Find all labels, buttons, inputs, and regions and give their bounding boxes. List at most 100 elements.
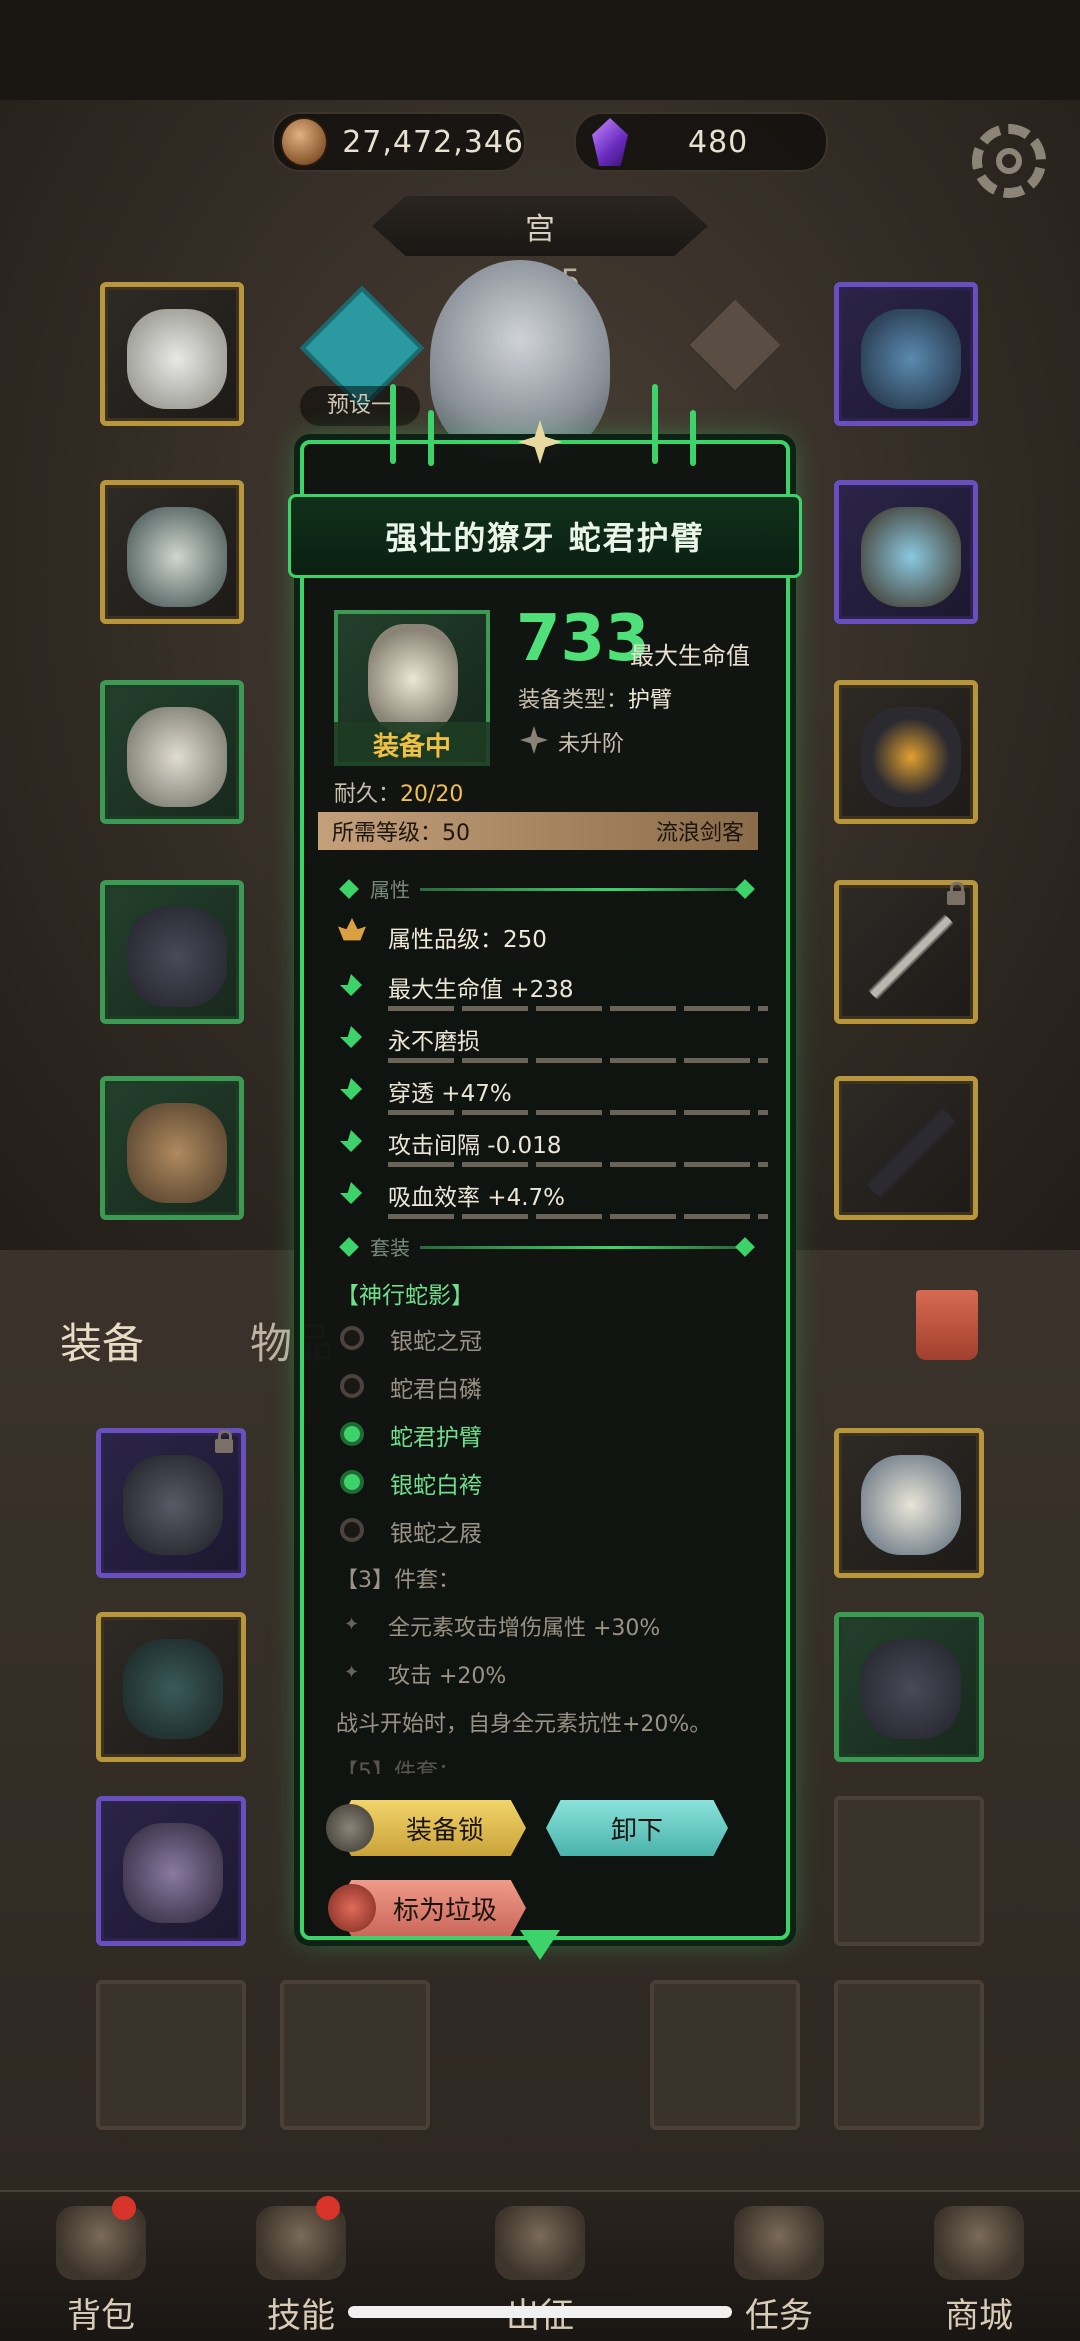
notification-dot — [112, 2196, 136, 2220]
quests-icon — [734, 2206, 824, 2280]
durability-value: 20/20 — [400, 782, 464, 807]
attribute-text: 最大生命值 +238 — [388, 977, 574, 1003]
equipment-type: 装备类型：护臂 — [518, 682, 672, 714]
set-bonus: 攻击 +20% — [388, 1664, 507, 1689]
inventory-slot[interactable] — [96, 1612, 246, 1762]
attribute-arrow-icon — [340, 974, 362, 996]
set-bonus-header: 【3】件套： — [336, 1568, 460, 1593]
nav-backpack[interactable]: 背包 — [26, 2200, 176, 2336]
flower-ring-icon — [861, 1455, 961, 1555]
tab-equipment[interactable]: 装备 — [60, 1310, 144, 1371]
attribute-bar — [388, 1214, 768, 1219]
pants-item-icon — [861, 1639, 961, 1739]
region-banner: 宫 — [372, 196, 708, 256]
attribute-arrow-icon — [340, 1130, 362, 1152]
equipment-type-prefix: 装备类型： — [518, 688, 629, 713]
slot-ring[interactable] — [834, 480, 978, 624]
set-next-header: 【5】件套： — [336, 1760, 460, 1774]
settings-gear-icon[interactable] — [972, 124, 1046, 198]
boots-item-icon — [123, 1639, 223, 1739]
frame-spike — [652, 384, 658, 464]
winged-helmet-icon — [127, 309, 227, 409]
attribute-arrow-icon — [340, 1026, 362, 1048]
set-bonus-description: 战斗开始时，自身全元素抗性+20%。 — [336, 1712, 712, 1737]
attribute-text: 攻击间隔 -0.018 — [388, 1133, 562, 1159]
set-piece-name: 银蛇白袴 — [390, 1473, 482, 1499]
bracelet-item-icon — [123, 1823, 223, 1923]
junk-tag-icon — [328, 1884, 376, 1932]
preset-label[interactable]: 预设一 — [300, 386, 420, 426]
slot-helmet[interactable] — [100, 282, 244, 426]
pants-icon — [127, 907, 227, 1007]
gold-amount: 27,472,346 — [342, 124, 524, 160]
nav-backpack-label: 背包 — [67, 2296, 135, 2336]
slot-offhand[interactable] — [834, 1076, 978, 1220]
item-title: 强壮的獠牙 蛇君护臂 — [385, 519, 705, 557]
gem-counter: 480 — [574, 112, 828, 172]
attribute-bar — [388, 1162, 768, 1167]
attribute-bar — [388, 1006, 768, 1011]
attribute-row: 最大生命值 +238 — [340, 968, 768, 1020]
slot-boots[interactable] — [100, 1076, 244, 1220]
equipment-lock-label: 装备锁 — [405, 1815, 484, 1846]
backpack-icon — [56, 2206, 146, 2280]
durability-prefix: 耐久： — [334, 782, 401, 807]
attribute-grade: 属性品级：250 — [388, 927, 547, 953]
section-divider — [420, 1246, 740, 1249]
upgrade-status: 未升阶 — [558, 732, 625, 757]
inventory-slot[interactable] — [834, 1612, 984, 1762]
inventory-slot[interactable] — [280, 1980, 430, 2130]
bullet-star-icon: ✦ — [344, 1614, 360, 1635]
dagger-icon — [861, 1103, 961, 1203]
frame-spike — [690, 410, 696, 466]
mark-junk-label: 标为垃圾 — [392, 1895, 497, 1926]
nav-shop[interactable]: 商城 — [904, 2200, 1054, 2336]
slot-necklace[interactable] — [834, 282, 978, 426]
slot-armor[interactable] — [100, 480, 244, 624]
inventory-slot[interactable] — [96, 1980, 246, 2130]
unequip-button[interactable]: 卸下 — [546, 1800, 728, 1856]
attribute-row: 穿透 +47% — [340, 1072, 768, 1124]
class-name: 流浪剑客 — [655, 821, 744, 846]
attribute-text: 吸血效率 +4.7% — [388, 1185, 566, 1211]
bracer-icon — [127, 707, 227, 807]
trash-icon[interactable] — [916, 1290, 978, 1360]
attribute-arrow-icon — [340, 1078, 362, 1100]
slot-orb[interactable] — [834, 680, 978, 824]
slot-pants[interactable] — [100, 880, 244, 1024]
durability: 耐久：20/20 — [334, 776, 463, 808]
set-title: 套装 — [370, 1236, 410, 1260]
inventory-slot[interactable] — [96, 1796, 246, 1946]
shop-icon — [934, 2206, 1024, 2280]
set-piece-name: 蛇君白磷 — [390, 1377, 482, 1403]
set-piece-indicator-owned — [340, 1422, 364, 1446]
inventory-slot[interactable] — [96, 1428, 246, 1578]
slot-weapon[interactable] — [834, 880, 978, 1024]
set-piece-indicator-owned — [340, 1470, 364, 1494]
coin-icon — [280, 117, 329, 167]
slot-bracer[interactable] — [100, 680, 244, 824]
lock-icon — [326, 1804, 374, 1852]
attributes-title: 属性 — [370, 878, 410, 902]
inventory-slot[interactable] — [834, 1428, 984, 1578]
lock-icon — [947, 882, 965, 905]
home-indicator[interactable] — [348, 2306, 732, 2318]
required-level: 所需等级：50 — [332, 821, 470, 846]
main-stat-label: 最大生命值 — [630, 642, 750, 670]
set-piece-indicator — [340, 1326, 364, 1350]
notification-dot — [316, 2196, 340, 2220]
attribute-arrow-icon — [340, 1182, 362, 1204]
gem-icon — [592, 118, 628, 166]
gold-counter: 27,472,346 — [272, 112, 526, 172]
inventory-slot[interactable] — [834, 1980, 984, 2130]
nav-shop-label: 商城 — [945, 2296, 1013, 2336]
armor-icon — [127, 507, 227, 607]
frame-spike — [428, 410, 434, 466]
equipped-label: 装备中 — [372, 731, 451, 762]
inventory-slot[interactable] — [650, 1980, 800, 2130]
set-piece-name: 银蛇之冠 — [390, 1329, 482, 1355]
ring-item-icon — [123, 1455, 223, 1555]
set-piece-indicator — [340, 1518, 364, 1542]
inventory-slot[interactable] — [834, 1796, 984, 1946]
section-divider — [420, 888, 740, 891]
